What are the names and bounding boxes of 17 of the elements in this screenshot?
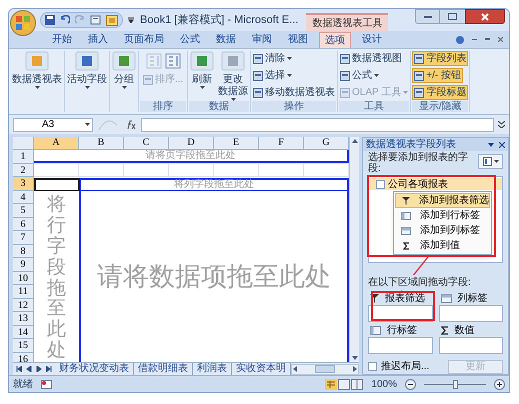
window-title: Book1 [兼容模式] - Microsoft E... <box>140 12 298 28</box>
status-text: 就绪 <box>13 378 33 392</box>
group-label: 排序 <box>140 101 186 112</box>
group-label: 显示/隐藏 <box>412 101 468 112</box>
context-tab-label: 数据透视表工具 <box>306 13 388 31</box>
cell-reference: A3 <box>42 118 54 130</box>
group-label: 工具 <box>339 101 410 112</box>
areas-prompt: 在以下区域间拖动字段: <box>368 275 471 290</box>
group-label: 数据 <box>189 101 249 112</box>
defer-layout-label: 推迟布局... <box>381 360 430 374</box>
area-label: 数值 <box>454 324 474 338</box>
area-label: 列标签 <box>458 292 488 306</box>
group-label: 操作 <box>252 101 336 112</box>
area-label: 行标签 <box>387 324 417 338</box>
panel-title: 数据透视表字段列表 <box>366 138 456 152</box>
panel-prompt: 选择要添加到报表的字段: <box>368 152 468 174</box>
area-label: 报表筛选 <box>385 292 425 306</box>
